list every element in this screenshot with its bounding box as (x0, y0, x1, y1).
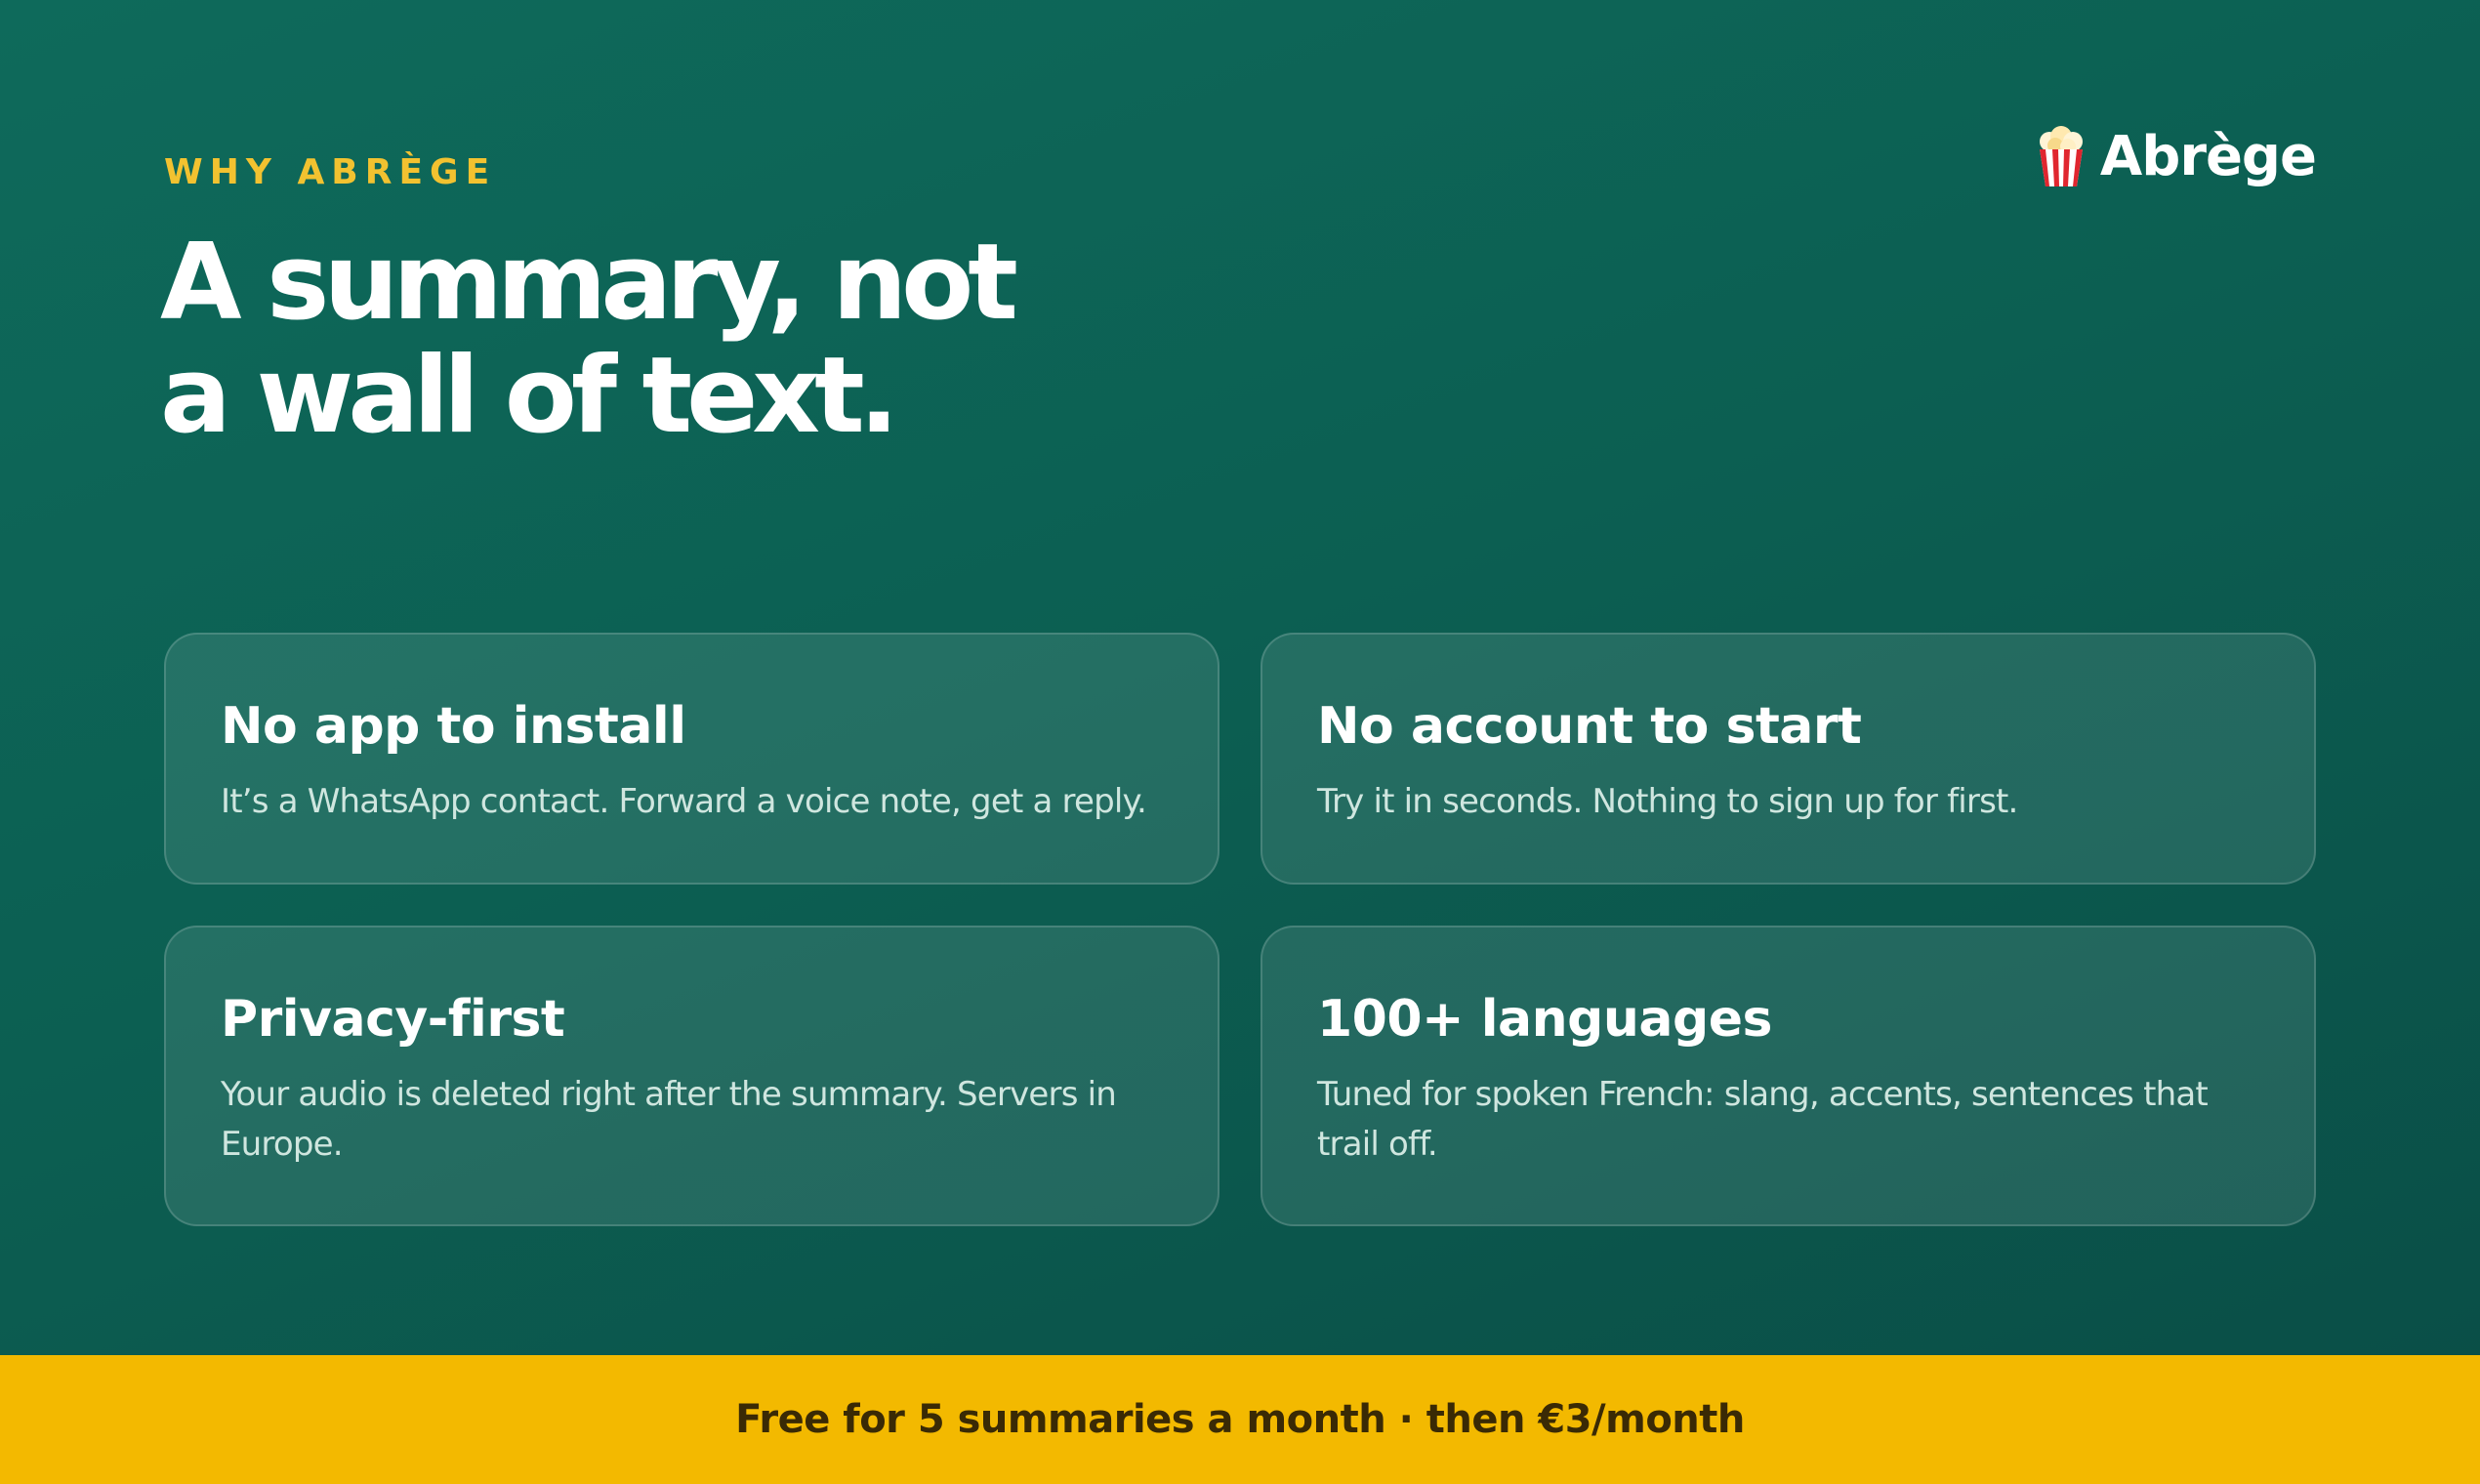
page-title-line-2: a wall of text. (160, 335, 899, 457)
feature-card-no-app: No app to install It’s a WhatsApp contac… (164, 633, 1219, 885)
brand-logo: Abrège (2036, 125, 2317, 188)
page-title: A summary, not a wall of text. (160, 227, 1332, 453)
feature-card-text: Try it in seconds. Nothing to sign up fo… (1317, 782, 2018, 821)
feature-card-text: It’s a WhatsApp contact. Forward a voice… (221, 782, 1147, 821)
feature-grid: No app to install It’s a WhatsApp contac… (164, 633, 2316, 1226)
brand-name: Abrège (2099, 125, 2317, 188)
feature-card-title: No account to start (1317, 697, 1862, 756)
pricing-text: Free for 5 summaries a month · then €3/m… (735, 1397, 1745, 1442)
page-title-line-1: A summary, not (160, 222, 1018, 344)
feature-card-text: Your audio is deleted right after the su… (221, 1075, 1117, 1164)
feature-card-title: Privacy-first (221, 990, 565, 1049)
feature-card-title: No app to install (221, 697, 686, 756)
feature-card-title: 100+ languages (1317, 990, 1772, 1049)
feature-card-no-account: No account to start Try it in seconds. N… (1261, 633, 2316, 885)
popcorn-icon (2039, 125, 2083, 186)
feature-card-languages: 100+ languages Tuned for spoken French: … (1261, 926, 2316, 1226)
feature-card-privacy: Privacy-first Your audio is deleted righ… (164, 926, 1219, 1226)
eyebrow-label: WHY ABRÈGE (164, 152, 497, 192)
pricing-banner: Free for 5 summaries a month · then €3/m… (0, 1355, 2480, 1484)
feature-card-text: Tuned for spoken French: slang, accents,… (1317, 1075, 2209, 1164)
